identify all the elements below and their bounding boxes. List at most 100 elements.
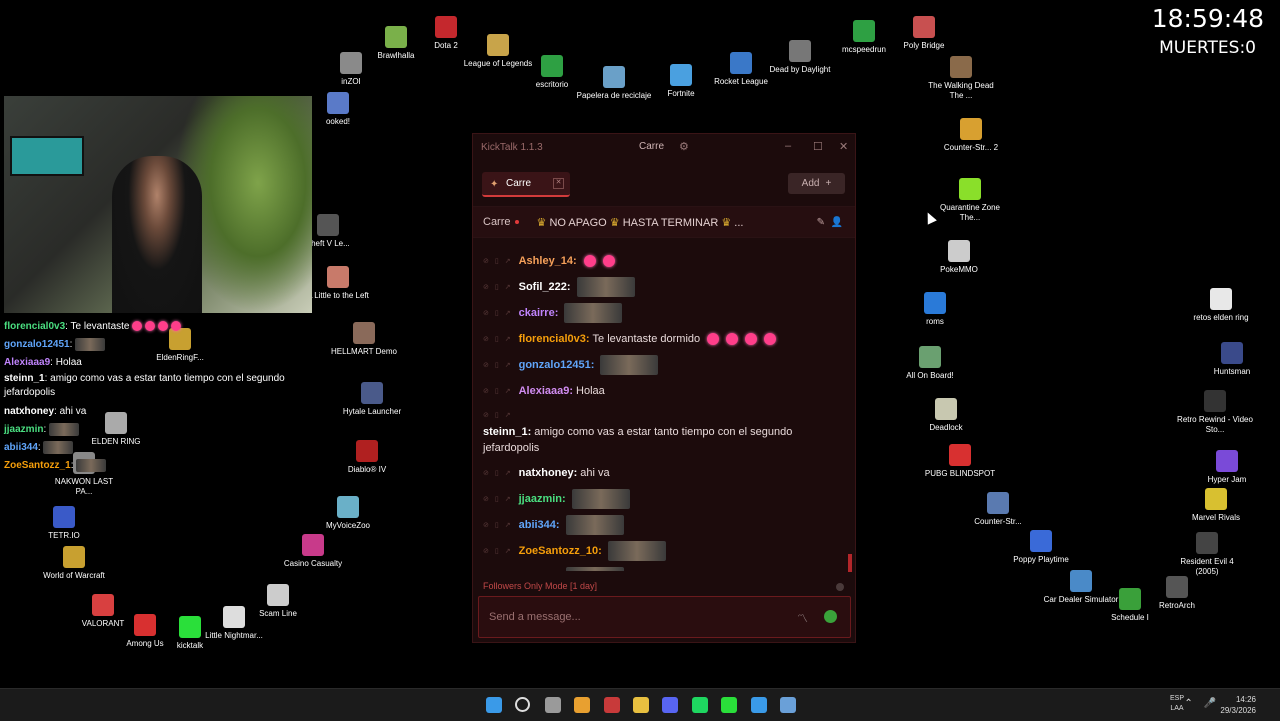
mod-actions[interactable]: ⊘ ▯ ↗ — [483, 361, 511, 369]
timeout-icon[interactable]: ⊘ — [483, 361, 489, 369]
reply-icon[interactable]: ↗ — [505, 387, 511, 395]
gear-icon[interactable]: ⚙ — [679, 140, 689, 153]
desktop-icon[interactable]: Resident Evil 4 (2005) — [1169, 532, 1245, 577]
mod-actions[interactable]: ⊘ ▯ ↗ — [483, 387, 511, 395]
mod-actions[interactable]: ⊘ ▯ ↗ — [483, 309, 511, 317]
app-icon[interactable] — [603, 697, 620, 713]
desktop-icon[interactable]: roms — [897, 292, 973, 327]
desktop-icon[interactable]: Casino Casualty — [275, 534, 351, 569]
desktop-icon[interactable]: The Walking Dead The ... — [923, 56, 999, 101]
info-icon[interactable] — [836, 583, 844, 591]
start-button[interactable] — [486, 697, 502, 713]
timeout-icon[interactable]: ⊘ — [483, 521, 489, 529]
desktop-icon[interactable]: Hytale Launcher — [334, 382, 410, 417]
mod-actions[interactable]: ⊘ ▯ ↗ — [483, 495, 511, 503]
timeout-icon[interactable]: ⊘ — [483, 335, 489, 343]
chat-username[interactable]: ckairre: — [519, 307, 559, 319]
desktop-icon[interactable]: HELLMART Demo — [326, 322, 402, 357]
timeout-icon[interactable]: ⊘ — [483, 408, 489, 424]
desktop-icon[interactable]: Huntsman — [1194, 342, 1270, 377]
chat-username[interactable]: gonzalo12451: — [519, 359, 595, 371]
send-icon[interactable] — [824, 610, 837, 623]
mod-actions[interactable]: ⊘ ▯ ↗ — [483, 521, 511, 529]
reply-icon[interactable]: ↗ — [505, 469, 511, 477]
add-channel-button[interactable]: Add + — [788, 173, 845, 194]
spotify-icon[interactable] — [691, 697, 708, 713]
desktop-icon[interactable]: PokeMMO — [921, 240, 997, 275]
timeout-icon[interactable]: ⊘ — [483, 469, 489, 477]
user-icon[interactable]: 👤 — [831, 217, 843, 228]
delete-icon[interactable]: ▯ — [495, 469, 499, 477]
reply-icon[interactable]: ↗ — [505, 521, 511, 529]
chat-message[interactable]: ⊘ ▯ ↗ florencial0v3: Te levantaste dormido — [473, 326, 849, 352]
reply-icon[interactable]: ↗ — [505, 257, 511, 265]
language-indicator[interactable]: ESP LAA — [1170, 694, 1184, 714]
delete-icon[interactable]: ▯ — [495, 283, 499, 291]
close-tab-icon[interactable]: ✕ — [553, 178, 564, 189]
mod-actions[interactable]: ⊘ ▯ ↗ — [483, 257, 511, 265]
mod-actions[interactable]: ⊘ ▯ ↗ — [483, 547, 511, 555]
desktop-icon[interactable]: Poppy Playtime — [1003, 530, 1079, 565]
chat-message[interactable]: ⊘▯↗Miadvo: — [473, 564, 849, 571]
close-icon[interactable]: ✕ — [839, 140, 848, 153]
chat-username[interactable]: ZoeSantozz_10: — [519, 545, 602, 557]
reply-icon[interactable]: ↗ — [505, 283, 511, 291]
chat-message[interactable]: ⊘ ▯ ↗ steinn_1: amigo como vas a estar tanto… — [473, 404, 849, 460]
timeout-icon[interactable]: ⊘ — [483, 547, 489, 555]
chat-username[interactable]: Sofil_222: — [519, 281, 571, 293]
desktop-icon[interactable]: World of Warcraft — [36, 546, 112, 581]
chat-message[interactable]: ⊘ ▯ ↗ natxhoney: ahi va — [473, 460, 849, 486]
desktop-icon[interactable]: Quarantine Zone The... — [932, 178, 1008, 223]
timeout-icon[interactable]: ⊘ — [483, 495, 489, 503]
kicktalk-window[interactable]: KickTalk 1.1.3 Carre ⚙ – ☐ ✕ ✦ Carre ✕ A… — [472, 133, 856, 643]
delete-icon[interactable]: ▯ — [495, 547, 499, 555]
channel-name[interactable]: Carre — [483, 216, 511, 228]
desktop-icon[interactable]: All On Board! — [892, 346, 968, 381]
reply-icon[interactable]: ↗ — [505, 361, 511, 369]
chat-message[interactable]: ⊘ ▯ ↗ abii344: — [473, 512, 849, 538]
delete-icon[interactable]: ▯ — [495, 309, 499, 317]
desktop-icon[interactable]: Counter-Str... 2 — [933, 118, 1009, 153]
delete-icon[interactable]: ▯ — [495, 495, 499, 503]
delete-icon[interactable]: ▯ — [495, 257, 499, 265]
user-name[interactable]: Carre — [639, 141, 664, 152]
app-icon[interactable] — [544, 697, 561, 713]
search-button[interactable] — [515, 697, 531, 712]
desktop-icon[interactable]: Hyper Jam — [1189, 450, 1265, 485]
desktop-icon[interactable]: retos elden ring — [1183, 288, 1259, 323]
desktop-icon[interactable]: Deadlock — [908, 398, 984, 433]
desktop-icon[interactable]: Counter-Str... — [960, 492, 1036, 527]
notepad-icon[interactable] — [750, 697, 767, 713]
pin-icon[interactable]: ✎ — [817, 217, 825, 228]
mod-actions[interactable]: ⊘ ▯ ↗ — [483, 469, 511, 477]
reply-icon[interactable]: ↗ — [505, 495, 511, 503]
desktop-icon[interactable]: MyVoiceZoo — [310, 496, 386, 531]
desktop-icon[interactable]: PUBG BLINDSPOT — [922, 444, 998, 479]
chat-username[interactable]: Ashley_14: — [519, 255, 577, 267]
chat-username[interactable]: Alexiaaa9: — [519, 385, 573, 397]
delete-icon[interactable]: ▯ — [495, 361, 499, 369]
reply-icon[interactable]: ↗ — [505, 408, 511, 424]
desktop-icon[interactable]: Papelera de reciclaje — [576, 66, 652, 101]
delete-icon[interactable]: ▯ — [495, 408, 499, 424]
chat-username[interactable]: steinn_1: — [483, 426, 531, 438]
minimize-icon[interactable]: – — [785, 140, 791, 152]
chat-username[interactable]: natxhoney: — [519, 467, 578, 479]
chat-message[interactable]: ⊘ ▯ ↗ Ashley_14: — [473, 248, 849, 274]
delete-icon[interactable]: ▯ — [495, 387, 499, 395]
chat-messages[interactable]: ⊘ ▯ ↗ Ashley_14: ⊘ ▯ ↗ Sofil_222: ⊘ ▯ ↗ ckairre: ⊘ ▯ ↗… — [473, 248, 849, 571]
emote-picker-icon[interactable]: 〽 — [797, 610, 808, 626]
desktop-icon[interactable]: Marvel Rivals — [1178, 488, 1254, 523]
chat-username[interactable]: jjaazmin: — [519, 493, 566, 505]
mod-actions[interactable]: ⊘ ▯ ↗ — [483, 335, 511, 343]
reply-icon[interactable]: ↗ — [505, 547, 511, 555]
desktop-icon[interactable]: Little Nightmar... — [196, 606, 272, 641]
timeout-icon[interactable]: ⊘ — [483, 283, 489, 291]
chat-message[interactable]: ⊘ ▯ ↗ Sofil_222: — [473, 274, 849, 300]
desktop-icon[interactable]: TETR.IO — [26, 506, 102, 541]
taskbar-clock[interactable]: 14:26 29/3/2026 — [1220, 694, 1256, 716]
desktop-icon[interactable]: RetroArch — [1139, 576, 1215, 611]
chat-message[interactable]: ⊘ ▯ ↗ Alexiaaa9: Holaa — [473, 378, 849, 404]
kick-icon[interactable] — [721, 697, 738, 713]
timeout-icon[interactable]: ⊘ — [483, 309, 489, 317]
